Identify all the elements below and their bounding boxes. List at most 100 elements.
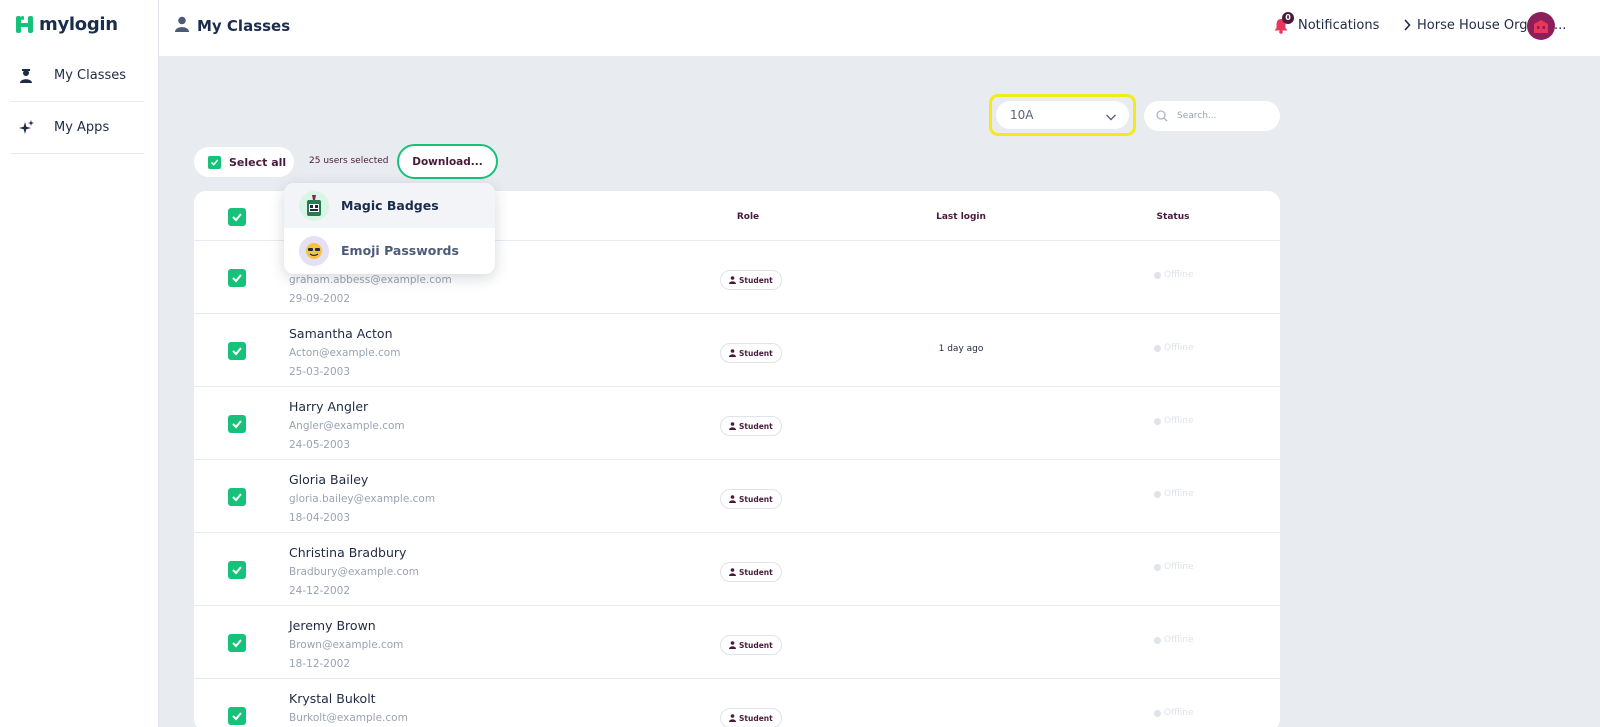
user-email: gloria.bailey@example.com (289, 493, 436, 505)
table-row[interactable]: Christina Bradbury Bradbury@example.com … (194, 533, 1280, 606)
user-name[interactable]: Gloria Bailey (289, 472, 368, 487)
chevron-down-icon (1105, 108, 1117, 127)
header-checkbox[interactable] (228, 208, 246, 226)
search-icon (1156, 107, 1168, 126)
person-icon (729, 714, 736, 722)
column-header-last-login[interactable]: Last login (936, 212, 986, 222)
status-label: Offline (1164, 416, 1194, 426)
row-checkbox[interactable] (228, 342, 246, 360)
user-dob: 24-05-2003 (289, 439, 351, 451)
sidebar-item-my-apps[interactable]: My Apps (10, 102, 144, 154)
dot-icon (1154, 636, 1161, 644)
page-title: My Classes (175, 16, 290, 36)
row-checkbox[interactable] (228, 707, 246, 725)
download-button[interactable]: Download... (397, 144, 498, 179)
role-badge: Student (720, 270, 782, 290)
user-email: graham.abbess@example.com (289, 274, 452, 286)
org-avatar[interactable] (1527, 12, 1555, 40)
table-row[interactable]: Krystal Bukolt Burkolt@example.com Stude… (194, 679, 1280, 727)
logo[interactable]: mylogin (16, 14, 118, 35)
check-icon (232, 493, 242, 502)
check-icon (232, 639, 242, 648)
check-icon (208, 155, 221, 169)
column-header-status[interactable]: Status (1157, 212, 1190, 222)
search-input[interactable] (1177, 111, 1267, 121)
person-icon (729, 349, 736, 357)
user-email: Angler@example.com (289, 420, 405, 432)
status-label: Offline (1164, 635, 1194, 645)
user-dob: 25-03-2003 (289, 366, 351, 378)
menu-item-magic-badges[interactable]: Magic Badges (284, 183, 495, 228)
user-name[interactable]: Harry Angler (289, 399, 368, 414)
status-label: Offline (1164, 562, 1194, 572)
search-box (1144, 101, 1280, 131)
sidebar-item-label: My Classes (54, 68, 127, 83)
role-badge: Student (720, 489, 782, 509)
check-icon (232, 712, 242, 721)
user-dob: 18-12-2002 (289, 658, 351, 670)
table-row[interactable]: Gloria Bailey gloria.bailey@example.com … (194, 460, 1280, 533)
user-name[interactable]: Christina Bradbury (289, 545, 406, 560)
status-label: Offline (1164, 343, 1194, 353)
menu-item-emoji-passwords[interactable]: Emoji Passwords (284, 228, 495, 273)
notifications-label: Notifications (1298, 17, 1380, 33)
class-select[interactable]: 10A (996, 101, 1129, 129)
table-row[interactable]: Samantha Acton Acton@example.com 25-03-2… (194, 314, 1280, 387)
user-name[interactable]: Samantha Acton (289, 326, 393, 341)
row-checkbox[interactable] (228, 269, 246, 287)
role-badge: Student (720, 708, 782, 727)
column-header-role[interactable]: Role (737, 212, 759, 222)
table-row[interactable]: Harry Angler Angler@example.com 24-05-20… (194, 387, 1280, 460)
role-label: Student (739, 640, 773, 650)
emoji-icon (299, 235, 329, 266)
role-badge: Student (720, 635, 782, 655)
person-icon (729, 276, 736, 284)
top-bar: My Classes 0 Notifications Horse House O… (159, 0, 1600, 56)
class-select-highlight: 10A (989, 94, 1136, 136)
sidebar-item-my-classes[interactable]: My Classes (10, 50, 144, 102)
row-checkbox[interactable] (228, 415, 246, 433)
table-row[interactable]: Jeremy Brown Brown@example.com 18-12-200… (194, 606, 1280, 679)
page-title-text: My Classes (197, 17, 291, 35)
check-icon (232, 420, 242, 429)
row-checkbox[interactable] (228, 634, 246, 652)
notifications-button[interactable]: 0 Notifications (1274, 12, 1380, 34)
logo-text: mylogin (39, 14, 118, 35)
dot-icon (1154, 563, 1161, 571)
select-all-label: Select all (229, 155, 287, 169)
user-icon (175, 16, 189, 36)
dot-icon (1154, 344, 1161, 352)
row-checkbox[interactable] (228, 561, 246, 579)
bell-icon: 0 (1274, 12, 1294, 34)
role-label: Student (739, 567, 773, 577)
menu-item-label: Magic Badges (341, 198, 439, 213)
select-all-checkbox[interactable]: Select all (194, 147, 294, 177)
sidebar-item-label: My Apps (54, 120, 110, 135)
status-label: Offline (1164, 489, 1194, 499)
status-badge: Offline (1154, 416, 1194, 426)
status-badge: Offline (1154, 343, 1194, 353)
role-badge: Student (720, 562, 782, 582)
class-select-value: 10A (1010, 108, 1034, 122)
check-icon (232, 274, 242, 283)
role-label: Student (739, 421, 773, 431)
user-email: Brown@example.com (289, 639, 404, 651)
role-label: Student (739, 713, 773, 723)
status-badge: Offline (1154, 635, 1194, 645)
user-dob: 24-12-2002 (289, 585, 351, 597)
users-selected-count: 25 users selected (309, 156, 389, 166)
person-icon (729, 641, 736, 649)
user-name[interactable]: Krystal Bukolt (289, 691, 376, 706)
role-label: Student (739, 494, 773, 504)
status-badge: Offline (1154, 489, 1194, 499)
person-icon (729, 495, 736, 503)
status-badge: Offline (1154, 270, 1194, 280)
person-icon (729, 422, 736, 430)
dot-icon (1154, 271, 1161, 279)
user-dob: 18-04-2003 (289, 512, 351, 524)
user-dob: 29-09-2002 (289, 293, 351, 305)
sidebar: mylogin My Classes My Apps (0, 0, 159, 727)
user-name[interactable]: Jeremy Brown (289, 618, 376, 633)
badge-icon (299, 190, 329, 221)
row-checkbox[interactable] (228, 488, 246, 506)
